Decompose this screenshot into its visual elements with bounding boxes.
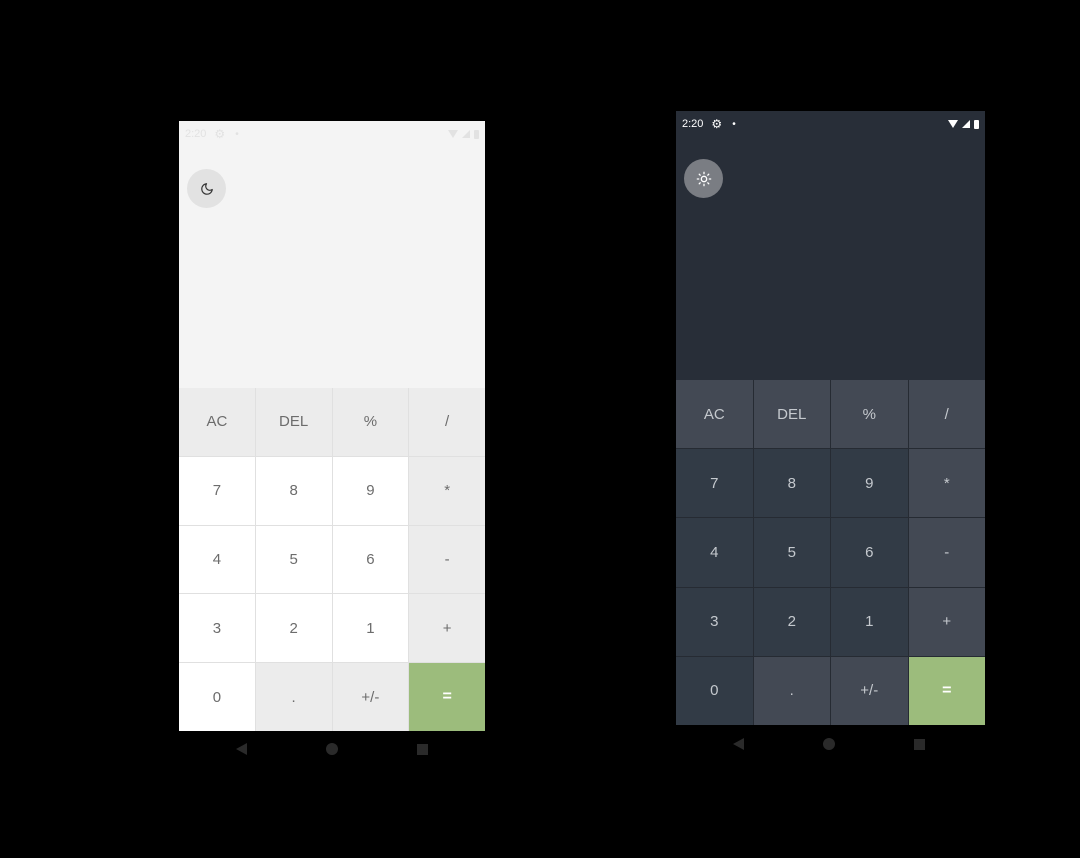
theme-toggle-button[interactable] [187,169,226,208]
status-time: 2:20 [682,118,704,130]
navigation-bar [236,741,428,757]
clear-button[interactable]: AC [179,388,255,456]
digit-6-button[interactable]: 6 [831,518,908,587]
digit-7-button[interactable]: 7 [676,449,753,518]
digit-0-button[interactable]: 0 [179,663,255,731]
add-button[interactable]: + [409,594,485,663]
notification-dot-icon: • [732,118,736,130]
subtract-button[interactable]: - [409,525,485,594]
digit-5-button[interactable]: 5 [753,518,830,587]
recents-icon[interactable] [417,743,428,755]
add-button[interactable]: + [908,587,985,656]
digit-4-button[interactable]: 4 [676,518,753,587]
digit-2-button[interactable]: 2 [753,587,830,656]
light-theme-screen: 2:20 ⚙ • AC DEL%/ 7 8 9 * 4 5 6- 3 2 1 +0. +/- = [179,121,485,731]
back-icon[interactable] [236,743,247,755]
digit-1-button[interactable]: 1 [332,594,409,663]
multiply-button[interactable]: * [908,449,985,518]
digit-5-button[interactable]: 5 [255,525,332,594]
percent-button[interactable]: % [332,388,409,456]
recents-icon[interactable] [914,738,925,750]
percent-button[interactable]: % [831,380,908,449]
wifi-icon [948,120,958,128]
keypad: AC DEL%/ 7 8 9 * 4 5 6- 3 2 1 +0. +/- = [179,388,485,731]
home-icon[interactable] [823,738,835,750]
digit-0-button[interactable]: 0 [676,656,753,725]
settings-notification-icon: ⚙ [711,117,723,131]
equals-button[interactable]: = [409,663,485,731]
digit-9-button[interactable]: 9 [332,456,409,525]
digit-3-button[interactable]: 3 [179,594,255,663]
status-bar: 2:20 ⚙ • [179,121,485,147]
decimal-button[interactable]: . [255,663,332,731]
subtract-button[interactable]: - [908,518,985,587]
wifi-icon [448,130,458,138]
equals-button[interactable]: = [908,656,985,725]
digit-8-button[interactable]: 8 [255,456,332,525]
delete-button[interactable]: DEL [753,380,830,449]
decimal-button[interactable]: . [753,656,830,725]
back-icon[interactable] [733,738,744,750]
clear-button[interactable]: AC [676,380,753,449]
digit-6-button[interactable]: 6 [332,525,409,594]
digit-1-button[interactable]: 1 [831,587,908,656]
signal-icon [462,130,470,138]
notification-dot-icon: • [235,128,239,140]
sign-toggle-button[interactable]: +/- [831,656,908,725]
delete-button[interactable]: DEL [255,388,332,456]
multiply-button[interactable]: * [409,456,485,525]
digit-4-button[interactable]: 4 [179,525,255,594]
digit-7-button[interactable]: 7 [179,456,255,525]
status-time: 2:20 [185,128,207,140]
divide-button[interactable]: / [409,388,485,456]
divide-button[interactable]: / [908,380,985,449]
digit-9-button[interactable]: 9 [831,449,908,518]
signal-icon [962,120,970,128]
digit-3-button[interactable]: 3 [676,587,753,656]
digit-2-button[interactable]: 2 [255,594,332,663]
sign-toggle-button[interactable]: +/- [332,663,409,731]
battery-icon [474,129,479,139]
theme-toggle-button[interactable] [684,159,723,198]
navigation-bar [733,736,925,752]
digit-8-button[interactable]: 8 [753,449,830,518]
keypad: AC DEL%/ 7 8 9 * 4 5 6- 3 2 1 +0. +/- = [676,380,985,725]
settings-notification-icon: ⚙ [214,127,226,141]
sun-icon [696,171,711,186]
status-bar: 2:20 ⚙ • [676,111,985,137]
battery-icon [974,119,979,129]
moon-icon [200,182,213,195]
dark-theme-screen: 2:20 ⚙ • AC DEL%/ 7 8 9 * 4 5 6- 3 2 1 +0. +/- = [676,111,985,725]
home-icon[interactable] [326,743,338,755]
